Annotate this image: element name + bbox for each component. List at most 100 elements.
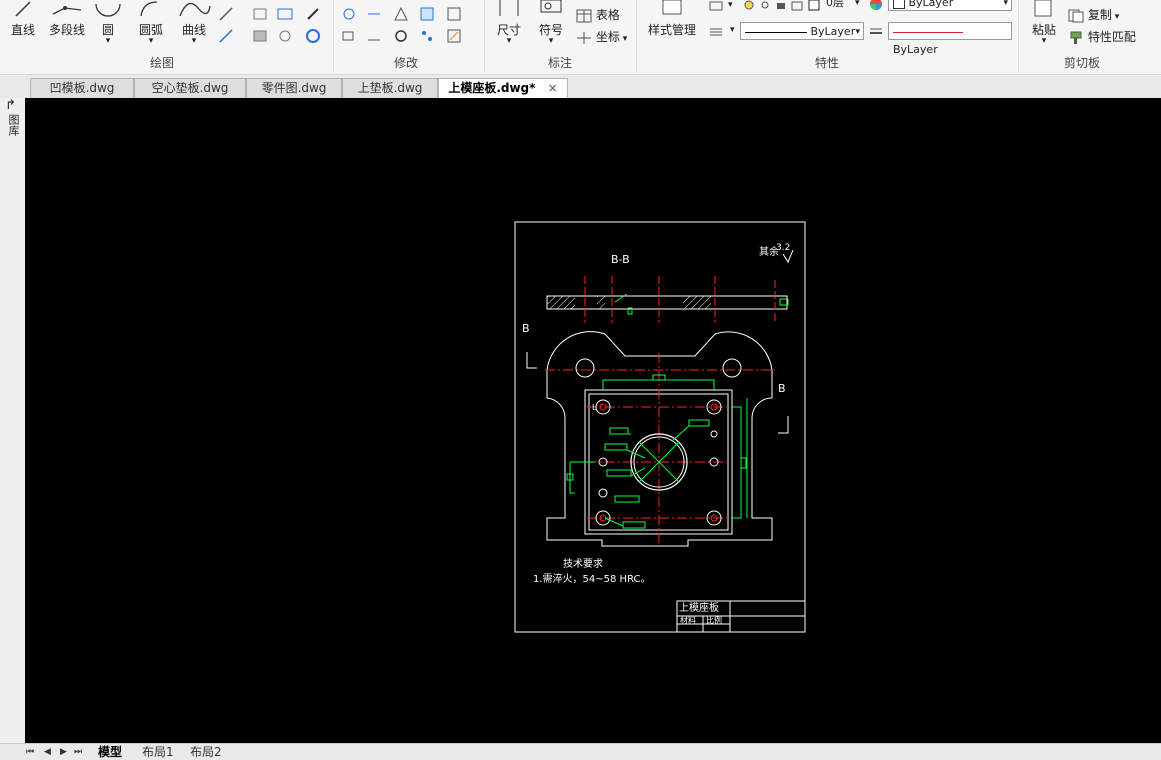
offset-icon[interactable] [419, 6, 435, 22]
drawing-canvas[interactable]: B-B 其余 3.2 B B L 技术要求 1.需淬火，54~58 HRC。 上… [25, 98, 1161, 743]
point-icon[interactable] [305, 6, 321, 22]
polyline-icon [52, 6, 82, 15]
section-view [546, 276, 789, 323]
region-icon[interactable] [277, 6, 293, 22]
dimension-annotations [566, 374, 748, 529]
tab-model[interactable]: 模型 [98, 744, 122, 760]
tech-requirements-title: 技术要求 [563, 557, 603, 570]
tab-label: 空心垫板.dwg [151, 81, 229, 95]
separator [636, 0, 637, 72]
modify-group-label: 修改 [394, 56, 419, 70]
color-select-value: ByLayer [908, 0, 954, 9]
copy-dropdown-icon[interactable]: ▾ [1112, 12, 1120, 22]
layer-select-arrow-icon[interactable]: ▾ [855, 0, 860, 8]
library-panel-label[interactable]: 图库 [5, 114, 20, 136]
tab-layout1[interactable]: 布局1 [142, 744, 174, 760]
layer-dropdown-icon[interactable]: ▾ [728, 0, 733, 10]
curve-dropdown-icon[interactable]: ▾ [175, 36, 213, 46]
match-properties-tool[interactable]: 特性匹配 [1068, 28, 1158, 45]
draw-group-label: 绘图 [150, 56, 175, 70]
coordinate-tool-label: 坐标 [595, 30, 620, 44]
lineweight-icon[interactable] [868, 24, 884, 40]
cut-mark-left [526, 352, 537, 369]
circle-tool[interactable]: 圆 ▾ [94, 0, 122, 46]
cut-mark-right [778, 416, 789, 434]
mirror-icon[interactable] [393, 6, 409, 22]
tab-document-active[interactable]: 上模座板.dwg* × [438, 78, 568, 98]
title-block-material: 材料 [680, 615, 696, 625]
polyline-tool-label: 多段线 [48, 23, 85, 37]
panel-toggle-icon[interactable]: ↱ [5, 98, 16, 113]
color-select[interactable]: ByLayer ▾ [888, 0, 1012, 11]
curve-tool[interactable]: 曲线 ▾ [175, 0, 213, 46]
edit-icon[interactable] [446, 28, 462, 44]
copy-object-icon[interactable] [341, 28, 357, 44]
tab-document[interactable]: 空心垫板.dwg [134, 78, 246, 98]
trim-icon[interactable] [366, 6, 382, 22]
document-tab-bar: 凹模板.dwg 空心垫板.dwg 零件图.dwg 上垫板.dwg 上模座板.dw… [0, 76, 1161, 98]
tab-document[interactable]: 上垫板.dwg [342, 78, 438, 98]
paste-tool[interactable]: 粘贴 ▾ [1026, 0, 1062, 46]
boundary-icon[interactable] [277, 28, 293, 44]
color-select-arrow-icon: ▾ [1003, 0, 1008, 8]
donut-icon[interactable] [305, 28, 321, 44]
next-layout-icon[interactable]: ▶ [60, 744, 67, 760]
style-manager-icon [662, 0, 682, 15]
arc-tool[interactable]: 圆弧 ▾ [132, 0, 170, 46]
copy-tool[interactable]: 复制 ▾ [1068, 6, 1138, 23]
coordinate-dropdown-icon[interactable]: ▾ [620, 34, 628, 44]
tab-label: 零件图.dwg [261, 81, 327, 95]
symbol-tool[interactable]: 符号 ▾ [534, 0, 568, 46]
close-icon[interactable]: × [548, 81, 558, 95]
sheet-frame [514, 221, 806, 633]
move-icon[interactable] [341, 6, 357, 22]
linetype-icon[interactable] [708, 24, 724, 40]
coordinate-tool[interactable]: 坐标 ▾ [576, 28, 636, 45]
color-wheel-icon[interactable] [868, 0, 884, 14]
line-tool[interactable]: 直线 [6, 0, 40, 38]
hatch-icon[interactable] [252, 28, 268, 44]
match-properties-icon [1070, 31, 1082, 44]
tab-document[interactable]: 零件图.dwg [246, 78, 342, 98]
roughness-value: 3.2 [776, 243, 790, 253]
print-icon[interactable] [789, 0, 805, 16]
bulb-icon[interactable] [741, 0, 757, 16]
tab-label: 凹模板.dwg [49, 81, 115, 95]
ray-icon[interactable] [218, 28, 234, 44]
table-tool[interactable]: 表格 [576, 6, 626, 23]
sun-icon[interactable] [757, 0, 773, 16]
color-swatch [893, 0, 905, 9]
guide-hole-right [722, 358, 742, 378]
rotate-icon[interactable] [393, 28, 409, 44]
section-label: B-B [611, 253, 630, 266]
style-manager-tool[interactable]: 样式管理 [644, 0, 700, 38]
arc-dropdown-icon[interactable]: ▾ [132, 36, 170, 46]
tab-label: 上模座板.dwg* [448, 81, 536, 95]
lock-icon[interactable] [773, 0, 789, 16]
circle-dropdown-icon[interactable]: ▾ [94, 36, 122, 46]
left-panel-strip: ↱ 图库 [0, 98, 25, 743]
dimension-tool[interactable]: 尺寸 ▾ [492, 0, 526, 46]
construction-line-icon[interactable] [218, 6, 234, 22]
tab-document[interactable]: 凹模板.dwg [30, 78, 134, 98]
array-icon[interactable] [419, 28, 435, 44]
tab-layout2[interactable]: 布局2 [190, 744, 222, 760]
prev-layout-icon[interactable]: ◀ [44, 744, 51, 760]
last-layout-icon[interactable]: ⏭ [74, 744, 82, 760]
linetype-select[interactable]: ByLayer ▾ [740, 22, 864, 40]
first-layout-icon[interactable]: ⏮ [26, 744, 34, 760]
rectangle-icon[interactable] [252, 6, 268, 22]
explode-icon[interactable] [446, 6, 462, 22]
polyline-tool[interactable]: 多段线 [44, 0, 90, 38]
lineweight-select[interactable]: ByLayer [888, 22, 1012, 56]
extend-icon[interactable] [366, 28, 382, 44]
linetype-preview [745, 31, 807, 33]
linetype-select-value: ByLayer [810, 25, 856, 38]
layer-color-icon[interactable] [806, 0, 822, 16]
lineweight-preview [893, 31, 963, 33]
layer-manager-icon[interactable] [708, 0, 724, 16]
ribbon-toolbar: 直线 多段线 圆 ▾ 圆弧 ▾ 曲线 ▾ 绘图 修改 尺寸 ▾ 符号 ▾ 表格 … [0, 0, 1161, 75]
separator [333, 0, 334, 72]
drawing-svg: B-B 其余 3.2 B B L 技术要求 1.需淬火，54~58 HRC。 上… [514, 221, 806, 633]
linetype-dropdown-icon[interactable]: ▾ [730, 25, 735, 35]
